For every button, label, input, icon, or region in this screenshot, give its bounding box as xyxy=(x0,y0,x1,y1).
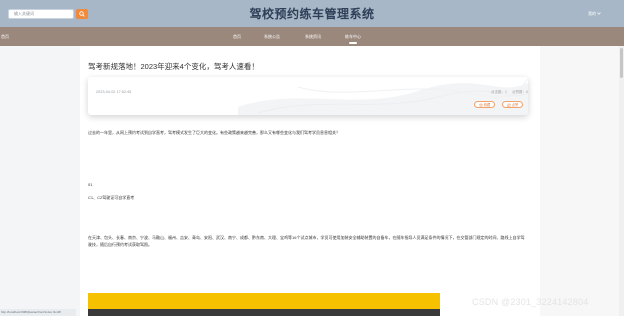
user-label: 我的 xyxy=(588,11,596,16)
section-number: 01 xyxy=(88,182,93,187)
decorative-wave xyxy=(238,78,528,115)
nav-item-announcements[interactable]: 系统公告 xyxy=(264,34,280,40)
page: 输入关键词 驾校预约练车管理系统 我的 首页 首页 系统公告 系统资讯 练车中心… xyxy=(0,0,624,316)
article-meta-card: 2023-04-02 17:52:45 点击数：1 点赞数：0 收藏 点赞 xyxy=(88,77,528,115)
star-icon xyxy=(478,102,483,107)
section-body: 在天津、包头、长春、南京、宁波、马鞍山、福州、吉安、青岛、安阳、武汉、南宁、成都… xyxy=(88,235,525,247)
article-title: 驾考新规落地！2023年迎来4个变化，驾考人速看！ xyxy=(88,62,259,71)
nav-home-left[interactable]: 首页 xyxy=(1,34,9,40)
scrollbar[interactable] xyxy=(619,46,624,316)
collect-button[interactable]: 收藏 xyxy=(474,101,495,108)
right-margin xyxy=(540,46,619,316)
thumbs-up-icon xyxy=(506,102,511,107)
views-count: 点击数：1 xyxy=(491,90,507,94)
watermark: CSDN @2301_3224142804 xyxy=(472,297,589,307)
site-title: 驾校预约练车管理系统 xyxy=(249,7,375,21)
like-button[interactable]: 点赞 xyxy=(502,101,523,108)
article-intro: 过去的一年里，从网上预约考试到自学直考，驾考模式发生了巨大的变化。有些政策越来越… xyxy=(88,130,340,135)
article-image xyxy=(88,293,440,316)
user-menu[interactable]: 我的 xyxy=(588,11,601,17)
main-nav: 首页 首页 系统公告 系统资讯 练车中心 xyxy=(0,27,624,46)
like-label: 点赞 xyxy=(511,103,519,107)
chevron-down-icon xyxy=(597,12,601,16)
status-bar-url: http://localhost:8080/jiaxiao/front/inde… xyxy=(0,309,76,316)
likes-count: 点赞数：0 xyxy=(512,90,528,94)
section-heading: C1、C2驾驶证可自学直考 xyxy=(88,195,135,200)
collect-label: 收藏 xyxy=(483,103,491,107)
nav-item-home[interactable]: 首页 xyxy=(233,34,241,40)
top-header: 输入关键词 驾校预约练车管理系统 我的 xyxy=(0,0,624,27)
scrollbar-thumb[interactable] xyxy=(620,48,623,78)
article-image-lower-band xyxy=(88,309,440,316)
nav-item-news[interactable]: 系统资讯 xyxy=(305,34,321,40)
left-margin xyxy=(0,46,80,316)
article-date: 2023-04-02 17:52:45 xyxy=(96,90,132,94)
nav-item-practice-center[interactable]: 练车中心 xyxy=(345,34,361,44)
